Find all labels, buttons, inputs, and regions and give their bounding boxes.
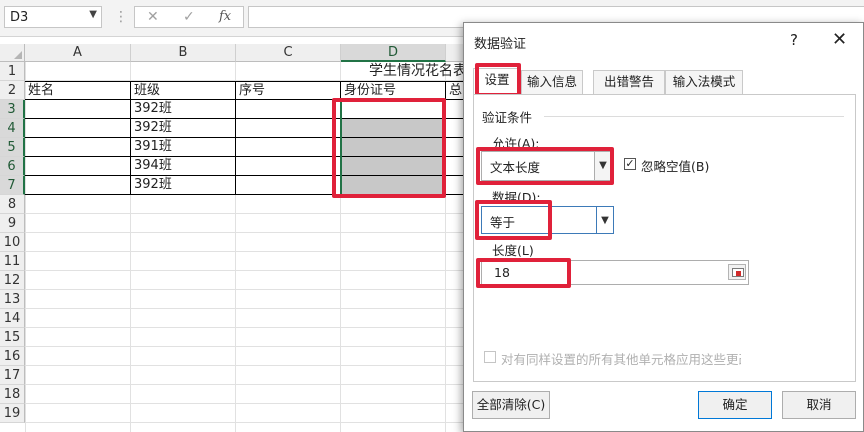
ignore-blank-checkbox[interactable]: ✓	[624, 158, 636, 170]
apply-all-checkbox[interactable]	[484, 351, 496, 363]
table-cell[interactable]	[236, 138, 341, 157]
table-cell[interactable]: 391班	[131, 138, 236, 157]
row-header[interactable]: 14	[0, 309, 25, 328]
row-header[interactable]: 4	[0, 119, 25, 138]
chevron-down-icon[interactable]: ▼	[596, 207, 613, 233]
row-header[interactable]: 10	[0, 233, 25, 252]
name-box[interactable]: D3 ▼	[4, 6, 102, 28]
table-cell[interactable]	[25, 119, 131, 138]
row-header[interactable]: 16	[0, 347, 25, 366]
table-cell[interactable]: 392班	[131, 100, 236, 119]
row-header[interactable]: 7	[0, 176, 25, 195]
clear-all-button[interactable]: 全部清除(C)	[472, 391, 550, 419]
row-header[interactable]: 8	[0, 195, 25, 214]
sheet-title[interactable]: 学生情况花名表	[26, 62, 471, 81]
column-header-a[interactable]: A	[25, 44, 131, 62]
group-divider	[544, 116, 844, 117]
table-cell[interactable]	[25, 157, 131, 176]
highlight-box-data	[475, 200, 552, 240]
table-cell[interactable]	[236, 100, 341, 119]
highlight-box-allow	[476, 147, 614, 185]
tab-ime-mode[interactable]: 输入法模式	[665, 70, 743, 94]
row-header[interactable]: 17	[0, 366, 25, 385]
table-cell[interactable]: 392班	[131, 119, 236, 138]
data-validation-dialog: 数据验证 ? ✕ 设置 输入信息 出错警告 输入法模式 验证条件 允许(A): …	[463, 22, 864, 432]
enter-icon[interactable]: ✓	[183, 9, 195, 25]
formula-buttons: ✕ ✓ fx	[134, 6, 244, 28]
chevron-down-icon[interactable]: ▼	[89, 9, 97, 20]
highlight-box-length	[476, 258, 571, 288]
settings-panel: 验证条件 允许(A): 文本长度 ▼ ✓ 忽略空值(B) 数据(D): 等于 ▼…	[473, 94, 856, 382]
table-cell[interactable]	[25, 176, 131, 195]
header-cell-seq[interactable]: 序号	[236, 81, 341, 100]
row-header[interactable]: 19	[0, 404, 25, 423]
more-dots-icon[interactable]: ⋮	[114, 9, 128, 25]
cancel-button[interactable]: 取消	[782, 391, 856, 419]
help-icon[interactable]: ?	[790, 31, 798, 49]
header-cell-class[interactable]: 班级	[131, 81, 236, 100]
apply-all-label: 对有同样设置的所有其他单元格应用这些更改	[501, 352, 741, 367]
close-icon[interactable]: ✕	[832, 29, 847, 50]
table-cell[interactable]	[236, 176, 341, 195]
highlight-box-settings-tab	[475, 63, 521, 97]
ignore-blank-label: 忽略空值(B)	[641, 159, 710, 174]
group-label-criteria: 验证条件	[482, 110, 533, 125]
row-header[interactable]: 1	[0, 62, 25, 81]
row-header[interactable]: 3	[0, 100, 25, 119]
table-cell[interactable]: 394班	[131, 157, 236, 176]
fx-icon[interactable]: fx	[219, 9, 231, 24]
row-header[interactable]: 12	[0, 271, 25, 290]
column-header-c[interactable]: C	[236, 44, 341, 62]
row-header[interactable]: 18	[0, 385, 25, 404]
row-header[interactable]: 2	[0, 81, 25, 100]
length-label: 长度(L)	[492, 243, 534, 258]
header-cell-name[interactable]: 姓名	[25, 81, 131, 100]
row-header[interactable]: 11	[0, 252, 25, 271]
ok-button[interactable]: 确定	[698, 391, 772, 419]
column-header-b[interactable]: B	[131, 44, 236, 62]
table-cell[interactable]	[236, 119, 341, 138]
table-cell[interactable]	[25, 138, 131, 157]
tab-input-message[interactable]: 输入信息	[521, 70, 583, 94]
row-header[interactable]: 6	[0, 157, 25, 176]
row-header[interactable]: 15	[0, 328, 25, 347]
row-header[interactable]: 13	[0, 290, 25, 309]
name-box-value: D3	[10, 10, 29, 25]
table-cell[interactable]: 392班	[131, 176, 236, 195]
select-all-corner[interactable]	[0, 44, 25, 62]
row-header[interactable]: 5	[0, 138, 25, 157]
cancel-icon[interactable]: ✕	[147, 9, 159, 25]
row-header[interactable]: 9	[0, 214, 25, 233]
table-cell[interactable]	[236, 157, 341, 176]
tab-error-alert[interactable]: 出错警告	[593, 70, 665, 94]
column-header-d[interactable]: D	[341, 44, 446, 62]
dialog-title: 数据验证	[474, 37, 527, 52]
highlight-box-id-column	[332, 98, 446, 198]
range-select-icon[interactable]	[728, 264, 746, 280]
table-cell[interactable]	[25, 100, 131, 119]
